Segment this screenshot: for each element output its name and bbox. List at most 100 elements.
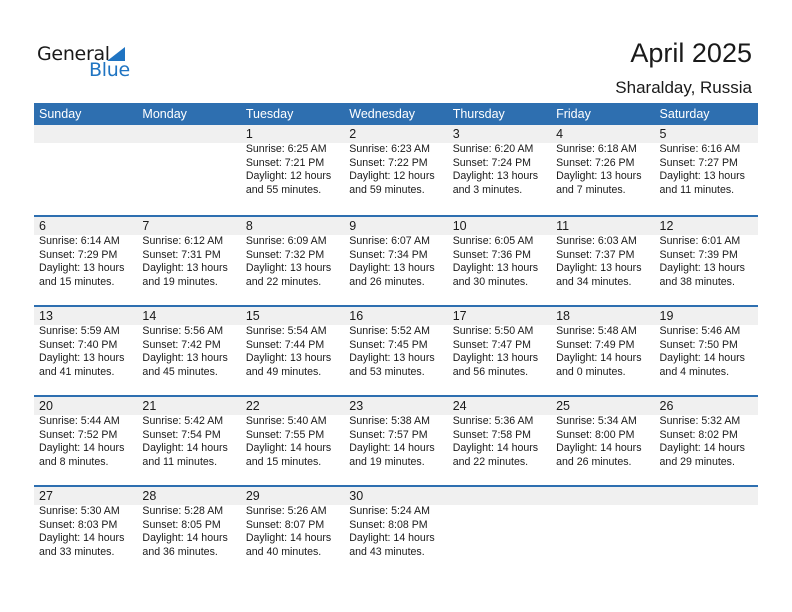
daylight-text: Daylight: 13 hours: [245, 262, 332, 274]
day-number: 16: [349, 309, 364, 323]
sunrise-text: Sunrise: 6:09 AM: [245, 235, 327, 247]
day-number: 4: [556, 127, 564, 141]
sunset-text: Sunset: 7:39 PM: [659, 248, 738, 261]
daylight-minutes-text: and 34 minutes.: [556, 275, 632, 288]
day-cell: 7 Sunrise: 6:12 AM Sunset: 7:31 PM Daylight…: [137, 217, 240, 289]
day-cell: 19 Sunrise: 5:46 AM Sunset: 7:50 PM Dayligh…: [655, 307, 758, 379]
week-cells: 1 Sunrise: 6:25 AM Sunset: 7:21 PM Daylight…: [34, 125, 758, 197]
calendar-grid: Sunday Monday Tuesday Wednesday Thursday…: [34, 103, 758, 575]
sunrise-text: Sunrise: 5:30 AM: [39, 505, 120, 517]
sunrise-text: Sunrise: 5:44 AM: [39, 415, 120, 427]
day-number: 3: [452, 127, 460, 141]
sunset-text: Sunset: 7:57 PM: [349, 428, 428, 441]
daylight-minutes-text: and 26 minutes.: [556, 455, 632, 468]
day-cell: 29 Sunrise: 5:26 AM Sunset: 8:07 PM Dayligh…: [241, 487, 344, 559]
day-cell: 14 Sunrise: 5:56 AM Sunset: 7:42 PM Dayligh…: [137, 307, 240, 379]
empty-day-cell: [551, 487, 654, 559]
day-number: 5: [659, 127, 667, 141]
daylight-text: Daylight: 13 hours: [39, 262, 125, 274]
sunrise-text: Sunrise: 5:36 AM: [452, 415, 534, 427]
day-cell: 5 Sunrise: 6:16 AM Sunset: 7:27 PM Daylight…: [655, 125, 758, 197]
daylight-text: Daylight: 14 hours: [39, 532, 125, 544]
daylight-minutes-text: and 19 minutes.: [349, 455, 425, 468]
sunset-text: Sunset: 7:42 PM: [142, 338, 221, 351]
sunset-text: Sunset: 7:32 PM: [245, 248, 325, 261]
sunset-text: Sunset: 7:50 PM: [659, 338, 738, 351]
week-row: 27 Sunrise: 5:30 AM Sunset: 8:03 PM Dayligh…: [34, 485, 758, 575]
sunset-text: Sunset: 7:47 PM: [452, 338, 532, 351]
sunset-text: Sunset: 7:37 PM: [556, 248, 635, 261]
empty-day-cell: [137, 125, 240, 197]
daylight-text: Daylight: 14 hours: [556, 442, 642, 454]
daylight-minutes-text: and 36 minutes.: [142, 545, 218, 558]
day-cell: 11 Sunrise: 6:03 AM Sunset: 7:37 PM Dayligh…: [551, 217, 654, 289]
sunset-text: Sunset: 7:22 PM: [349, 156, 428, 169]
daylight-minutes-text: and 41 minutes.: [39, 365, 115, 378]
sunrise-text: Sunrise: 5:54 AM: [245, 325, 327, 337]
sunrise-text: Sunrise: 5:59 AM: [39, 325, 120, 337]
day-cell: 28 Sunrise: 5:28 AM Sunset: 8:05 PM Dayligh…: [137, 487, 240, 559]
week-row: 13 Sunrise: 5:59 AM Sunset: 7:40 PM Dayligh…: [34, 305, 758, 395]
sunset-text: Sunset: 8:07 PM: [245, 518, 325, 531]
sunrise-text: Sunrise: 5:56 AM: [142, 325, 224, 337]
daylight-text: Daylight: 14 hours: [556, 352, 642, 364]
day-number: 12: [659, 219, 674, 233]
sunrise-text: Sunrise: 6:07 AM: [349, 235, 430, 247]
week-row: 1 Sunrise: 6:25 AM Sunset: 7:21 PM Daylight…: [34, 125, 758, 215]
sunset-text: Sunset: 7:49 PM: [556, 338, 635, 351]
sunset-text: Sunset: 8:02 PM: [659, 428, 738, 441]
day-cell: 9 Sunrise: 6:07 AM Sunset: 7:34 PM Daylight…: [344, 217, 447, 289]
day-number: 8: [245, 219, 253, 233]
daylight-text: Daylight: 13 hours: [142, 262, 228, 274]
daylight-minutes-text: and 56 minutes.: [452, 365, 529, 378]
daylight-minutes-text: and 7 minutes.: [556, 183, 626, 196]
daylight-text: Daylight: 13 hours: [556, 262, 642, 274]
sunset-text: Sunset: 7:27 PM: [659, 156, 738, 169]
day-number: 13: [39, 309, 53, 323]
day-cell: 3 Sunrise: 6:20 AM Sunset: 7:24 PM Daylight…: [448, 125, 551, 197]
daylight-minutes-text: and 15 minutes.: [39, 275, 115, 288]
sunrise-text: Sunrise: 6:16 AM: [659, 143, 741, 155]
sunset-text: Sunset: 8:05 PM: [142, 518, 221, 531]
week-cells: 27 Sunrise: 5:30 AM Sunset: 8:03 PM Dayligh…: [34, 487, 758, 559]
weekday-header: Friday: [556, 107, 591, 121]
daylight-text: Daylight: 13 hours: [452, 352, 539, 364]
day-cell: 20 Sunrise: 5:44 AM Sunset: 7:52 PM Dayligh…: [34, 397, 137, 469]
day-cell: 15 Sunrise: 5:54 AM Sunset: 7:44 PM Dayligh…: [241, 307, 344, 379]
day-number: 19: [659, 309, 674, 323]
day-number: 28: [142, 489, 157, 503]
daylight-text: Daylight: 13 hours: [659, 170, 745, 182]
daylight-minutes-text: and 45 minutes.: [142, 365, 218, 378]
daylight-text: Daylight: 13 hours: [245, 352, 332, 364]
daylight-text: Daylight: 14 hours: [349, 442, 435, 454]
sunset-text: Sunset: 7:40 PM: [39, 338, 118, 351]
day-cell: 8 Sunrise: 6:09 AM Sunset: 7:32 PM Daylight…: [241, 217, 344, 289]
page-title: April 2025: [630, 38, 752, 68]
daylight-text: Daylight: 14 hours: [349, 532, 435, 544]
sunset-text: Sunset: 7:26 PM: [556, 156, 635, 169]
sunrise-text: Sunrise: 6:23 AM: [349, 143, 430, 155]
sunset-text: Sunset: 7:29 PM: [39, 248, 118, 261]
sunset-text: Sunset: 8:08 PM: [349, 518, 428, 531]
weekday-header: Sunday: [39, 107, 82, 121]
daylight-text: Daylight: 14 hours: [452, 442, 539, 454]
sunset-text: Sunset: 7:24 PM: [452, 156, 532, 169]
day-cell: 30 Sunrise: 5:24 AM Sunset: 8:08 PM Dayligh…: [344, 487, 447, 559]
sunset-text: Sunset: 7:55 PM: [245, 428, 325, 441]
day-cell: 13 Sunrise: 5:59 AM Sunset: 7:40 PM Dayligh…: [34, 307, 137, 379]
sunset-text: Sunset: 7:21 PM: [245, 156, 325, 169]
daylight-minutes-text: and 30 minutes.: [452, 275, 529, 288]
sunrise-text: Sunrise: 5:24 AM: [349, 505, 430, 517]
day-cell: 4 Sunrise: 6:18 AM Sunset: 7:26 PM Daylight…: [551, 125, 654, 197]
sunrise-text: Sunrise: 6:03 AM: [556, 235, 637, 247]
sunrise-text: Sunrise: 6:05 AM: [452, 235, 534, 247]
daylight-minutes-text: and 55 minutes.: [245, 183, 322, 196]
day-cell: 24 Sunrise: 5:36 AM Sunset: 7:58 PM Dayligh…: [448, 397, 551, 469]
sunrise-text: Sunrise: 5:28 AM: [142, 505, 224, 517]
sunset-text: Sunset: 7:34 PM: [349, 248, 428, 261]
daylight-minutes-text: and 26 minutes.: [349, 275, 425, 288]
daylight-minutes-text: and 15 minutes.: [245, 455, 322, 468]
weekday-header: Thursday: [452, 107, 505, 121]
daylight-text: Daylight: 13 hours: [349, 352, 435, 364]
sunrise-text: Sunrise: 5:38 AM: [349, 415, 430, 427]
